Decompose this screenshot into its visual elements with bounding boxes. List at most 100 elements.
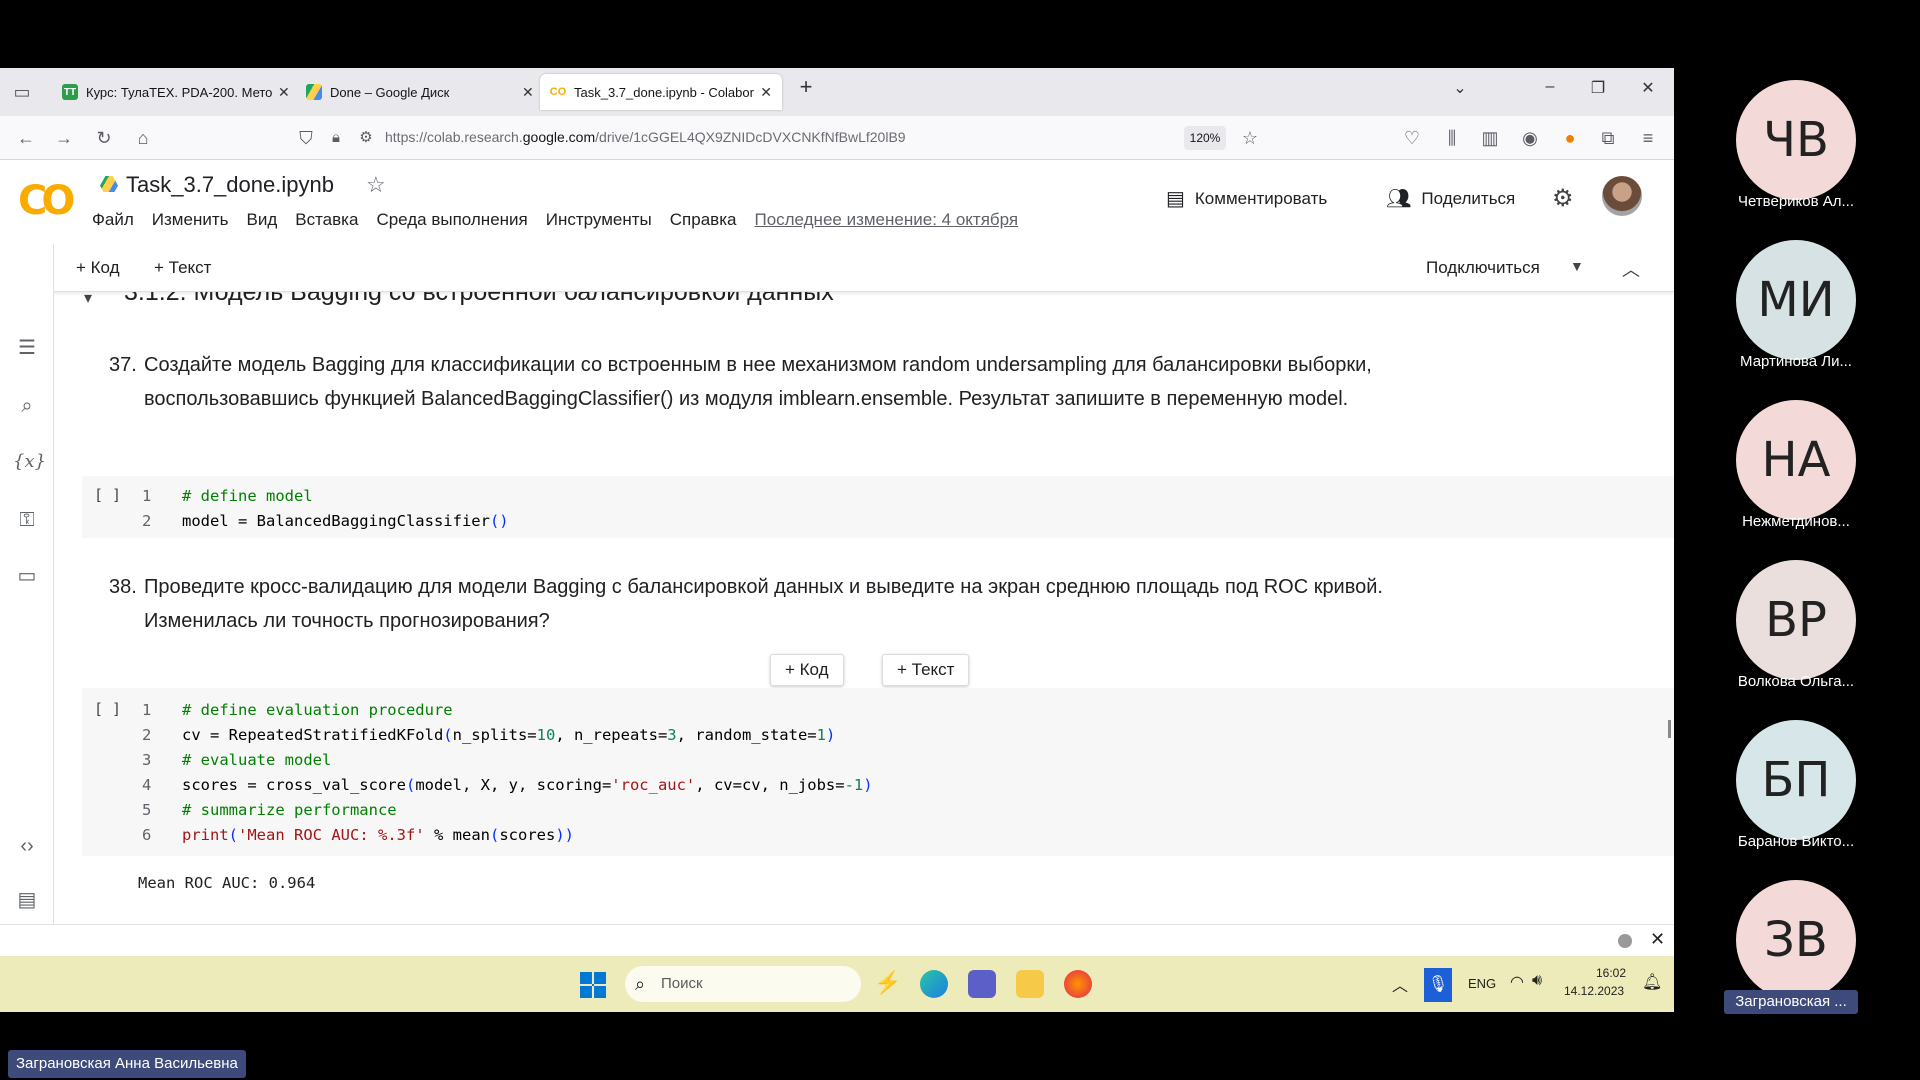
extension-orange-icon[interactable]: ● <box>1558 126 1582 150</box>
participant-avatar[interactable]: ЗВ <box>1736 880 1856 1000</box>
star-icon[interactable]: ☆ <box>366 172 386 198</box>
code-cell[interactable]: [ ] 1 # define model 2 model = BalancedBag… <box>82 476 1674 538</box>
variables-icon[interactable]: {x} <box>13 448 46 476</box>
pocket-icon[interactable]: ♡ <box>1400 126 1424 150</box>
notifications-icon[interactable]: 🔔︎ <box>1642 972 1662 992</box>
colab-logo[interactable]: CO <box>18 178 75 224</box>
language-indicator[interactable]: ENG <box>1468 976 1496 991</box>
minimize-icon[interactable]: – <box>1538 78 1562 96</box>
colab-header: CO Task_3.7_done.ipynb ☆ Файл Изменить В… <box>0 160 1674 244</box>
participant-avatar[interactable]: ЧВ <box>1736 80 1856 200</box>
lock-icon[interactable]: 🔒︎ <box>324 126 348 150</box>
notebook-title[interactable]: Task_3.7_done.ipynb <box>126 172 334 198</box>
code-snippets-icon[interactable]: ‹› <box>13 832 41 860</box>
restore-icon[interactable]: ❐ <box>1586 78 1610 98</box>
code-lines[interactable]: 1 # define evaluation procedure 2 cv = Rep… <box>142 698 873 848</box>
share-button[interactable]: 👥︎ Поделиться <box>1386 186 1515 211</box>
windows-taskbar: ⌕ Поиск ⚡ ︿ 🎙︎ ENG ◠ 🔊︎ 16:02 14.12.2023… <box>0 956 1674 1012</box>
forward-icon[interactable]: → <box>52 126 76 150</box>
add-text-button[interactable]: + Текст <box>882 654 970 686</box>
toc-icon[interactable]: ☰ <box>13 334 41 362</box>
code-lines[interactable]: 1 # define model 2 model = BalancedBagging… <box>142 484 509 534</box>
collapse-section-icon[interactable]: ▾ <box>84 292 92 308</box>
add-code-button[interactable]: + Код <box>76 258 120 278</box>
teams-icon[interactable] <box>968 970 996 998</box>
chevron-down-icon[interactable]: ▼ <box>1570 258 1584 274</box>
code-cell[interactable]: [ ] 1 # define evaluation procedure 2 cv =… <box>82 688 1674 856</box>
terminal-icon[interactable]: ▤ <box>13 886 41 914</box>
back-icon[interactable]: ← <box>14 126 38 150</box>
add-code-button[interactable]: + Код <box>770 654 844 686</box>
tt-icon: TT <box>62 84 78 100</box>
reload-icon[interactable]: ↻ <box>92 126 116 150</box>
last-edit-link[interactable]: Последнее изменение: 4 октября <box>754 210 1018 230</box>
menu-file[interactable]: Файл <box>92 210 134 230</box>
markdown-cell[interactable]: 38. Проведите кросс-валидацию для модели… <box>109 570 1469 642</box>
clock-date[interactable]: 14.12.2023 <box>1564 984 1624 998</box>
participant-avatar[interactable]: ВР <box>1736 560 1856 680</box>
wifi-icon[interactable]: ◠ <box>1510 972 1524 992</box>
firefox-icon[interactable] <box>1064 970 1092 998</box>
participant-avatar[interactable]: МИ <box>1736 240 1856 360</box>
connect-button[interactable]: Подключиться <box>1426 258 1540 278</box>
new-tab-button[interactable]: + <box>794 74 818 100</box>
close-icon[interactable]: ✕ <box>760 84 772 101</box>
browser-tab-drive[interactable]: Done – Google Диск ✕ <box>296 74 544 110</box>
browser-nav-bar: ← → ↻ ⌂ ⛉ 🔒︎ ⚙ https://colab.research.go… <box>0 116 1674 160</box>
collapse-icon[interactable]: ︿ <box>1622 256 1640 282</box>
add-text-button[interactable]: + Текст <box>154 258 211 278</box>
task-number: 37. <box>109 354 137 376</box>
app-icon-1[interactable]: ⚡ <box>874 970 902 998</box>
zoom-level[interactable]: 120% <box>1184 126 1226 150</box>
close-icon[interactable]: ✕ <box>278 84 290 101</box>
extensions-icon[interactable]: ⧉ <box>1596 126 1620 150</box>
shield-icon[interactable]: ⛉ <box>294 126 318 150</box>
menu-tools[interactable]: Инструменты <box>546 210 652 230</box>
key-icon[interactable]: ⚿ <box>13 506 41 534</box>
sidebar-icon[interactable]: ▥ <box>1478 126 1502 150</box>
url-bar[interactable]: https://colab.research.google.com/drive/… <box>385 129 906 145</box>
permissions-icon[interactable]: ⚙ <box>354 126 378 150</box>
browser-tab-course[interactable]: TT Курс: ТулаТЕХ. PDA-200. Метод ✕ <box>52 74 300 110</box>
edge-icon[interactable] <box>920 970 948 998</box>
close-icon[interactable]: ✕ <box>522 84 534 101</box>
home-icon[interactable]: ⌂ <box>131 126 155 150</box>
menu-help[interactable]: Справка <box>670 210 737 230</box>
search-placeholder: Поиск <box>661 975 703 992</box>
chevron-up-icon[interactable]: ︿ <box>1392 972 1408 996</box>
folder-icon[interactable]: ▭ <box>13 562 41 590</box>
microphone-icon[interactable]: 🎙︎ <box>1424 968 1452 1002</box>
browser-tab-colab[interactable]: CO Task_3.7_done.ipynb - Colaborat ✕ <box>540 74 782 110</box>
menu-runtime[interactable]: Среда выполнения <box>376 210 527 230</box>
hamburger-menu-icon[interactable]: ≡ <box>1636 126 1660 150</box>
run-cell-button[interactable]: [ ] <box>94 700 121 718</box>
system-tray: ︿ 🎙︎ ENG ◠ 🔊︎ 16:02 14.12.2023 🔔︎ <box>1380 956 1670 1012</box>
taskbar-search[interactable]: ⌕ Поиск <box>625 966 861 1002</box>
windows-start-icon[interactable] <box>580 972 606 998</box>
gear-icon[interactable]: ⚙ <box>1552 184 1574 213</box>
close-window-icon[interactable]: ✕ <box>1636 78 1660 98</box>
close-icon[interactable]: ✕ <box>1650 929 1665 950</box>
menu-insert[interactable]: Вставка <box>295 210 358 230</box>
clock-time[interactable]: 16:02 <box>1596 966 1626 980</box>
run-cell-button[interactable]: [ ] <box>94 486 121 504</box>
menu-edit[interactable]: Изменить <box>152 210 229 230</box>
participant-avatar[interactable]: БП <box>1736 720 1856 840</box>
volume-icon[interactable]: 🔊︎ <box>1532 972 1542 990</box>
menu-view[interactable]: Вид <box>246 210 277 230</box>
comment-button[interactable]: ▤ Комментировать <box>1166 186 1327 211</box>
library-icon[interactable]: ⫼ <box>1440 126 1464 150</box>
tab-overflow-icon[interactable]: ⌄ <box>1448 78 1472 98</box>
avatar[interactable] <box>1602 176 1642 216</box>
participant-avatar[interactable]: НА <box>1736 400 1856 520</box>
share-label: Поделиться <box>1421 188 1516 208</box>
tab-list-icon[interactable]: ▭ <box>10 80 34 104</box>
markdown-cell[interactable]: 37. Создайте модель Bagging для классифи… <box>109 348 1469 458</box>
folder-icon[interactable] <box>1016 970 1044 998</box>
bookmark-star-icon[interactable]: ☆ <box>1238 126 1262 150</box>
search-icon[interactable]: ⌕ <box>13 392 41 420</box>
scrollbar-thumb[interactable] <box>1668 720 1671 738</box>
participant-name: Баранов Викто... <box>1737 833 1855 850</box>
account-icon[interactable]: ◉ <box>1518 126 1542 150</box>
tab-label: Done – Google Диск <box>330 84 450 100</box>
